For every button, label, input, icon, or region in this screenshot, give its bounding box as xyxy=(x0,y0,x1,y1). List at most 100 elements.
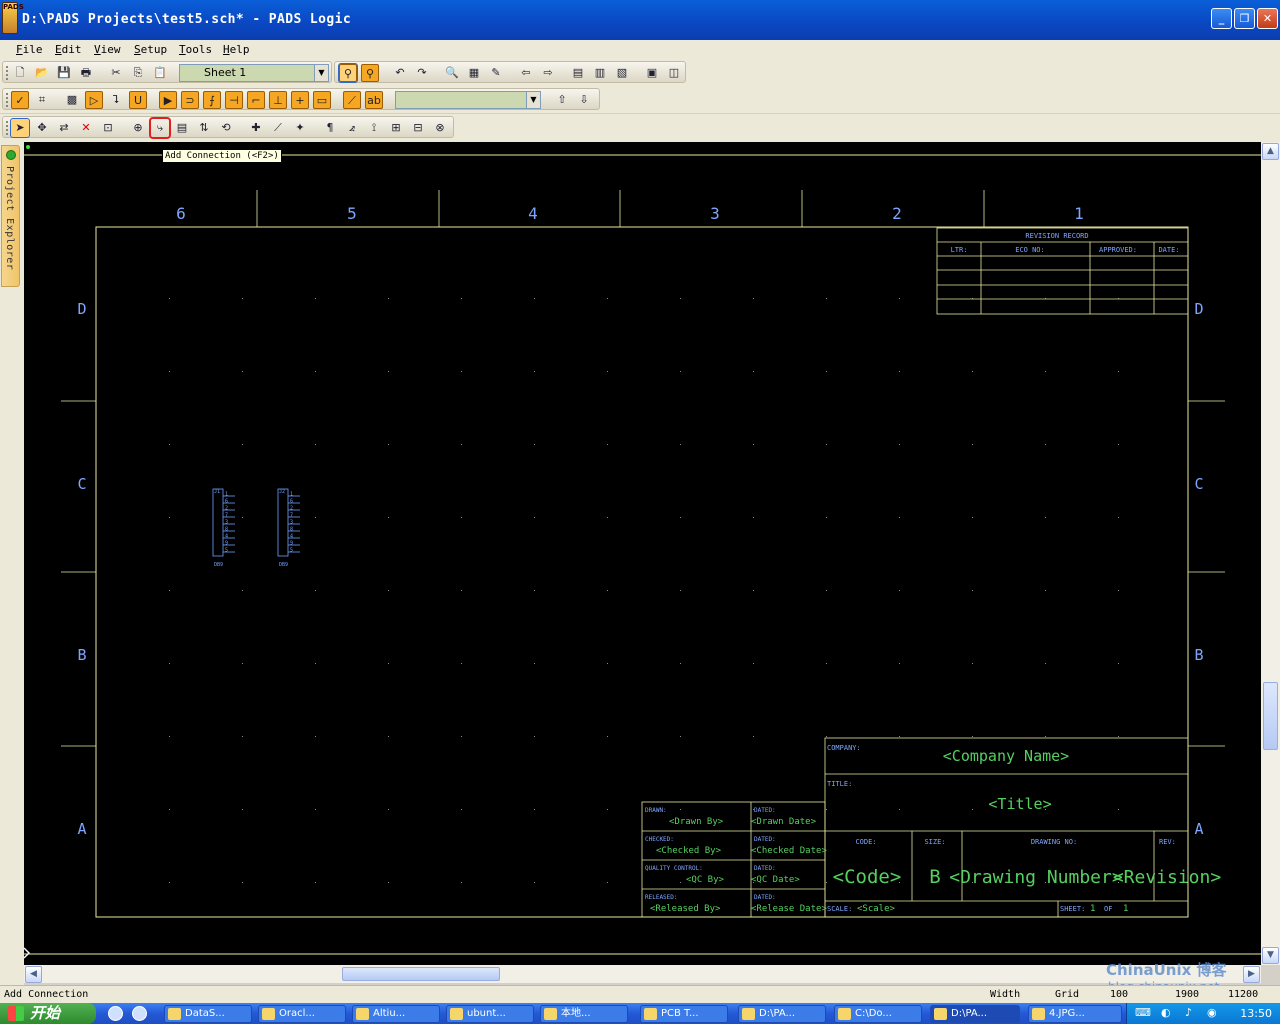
scroll-down-arrow-icon[interactable]: ▼ xyxy=(1262,947,1279,964)
taskbar-button-documents[interactable]: C:\Do... xyxy=(834,1005,922,1023)
restore-button[interactable]: ❐ xyxy=(1234,8,1255,29)
checked-by[interactable]: <Checked By> xyxy=(656,846,722,856)
vertical-scrollbar[interactable]: ▲ ▼ xyxy=(1261,142,1280,965)
session-icon[interactable]: ▣ xyxy=(643,64,661,82)
schematic-canvas[interactable]: 6 5 4 3 2 1 D D C C B B A A REVISION RECORD LTR: ECO … xyxy=(24,142,1261,965)
scroll-up-arrow-icon[interactable]: ▲ xyxy=(1262,143,1279,160)
drawing-number[interactable]: <Drawing Number> xyxy=(949,867,1123,888)
keyboard-icon[interactable]: ⌨ xyxy=(1135,1006,1151,1019)
volume-icon[interactable]: ♪ xyxy=(1185,1006,1192,1019)
taskbar-button-datasheet[interactable]: DataS... xyxy=(164,1005,252,1023)
save-icon[interactable]: 💾 xyxy=(55,64,73,82)
add-2d-line-icon[interactable]: ✦ xyxy=(291,119,309,137)
taskbar-button-pads-active[interactable]: D:\PA... xyxy=(930,1005,1020,1023)
chevron-down-icon[interactable]: ▼ xyxy=(526,92,540,108)
block-icon[interactable]: ⊞ xyxy=(387,119,405,137)
project-explorer-tab[interactable]: Project Explorer xyxy=(1,145,20,287)
redraw-icon[interactable]: ✎ xyxy=(487,64,505,82)
arrow-down-icon[interactable]: ⇩ xyxy=(575,91,593,109)
add-bus-icon[interactable]: ▤ xyxy=(173,119,191,137)
flip-icon[interactable]: ⇄ xyxy=(55,119,73,137)
print-icon[interactable]: 🖶 xyxy=(77,64,95,82)
open-folder-icon[interactable]: 📂 xyxy=(33,64,51,82)
chevron-down-icon[interactable]: ▼ xyxy=(314,65,328,81)
filter-select-icon[interactable]: ⚲ xyxy=(338,63,358,83)
snap-icon[interactable]: ⌗ xyxy=(33,91,51,109)
undo-icon[interactable]: ↶ xyxy=(391,64,409,82)
drawn-date[interactable]: <Drawn Date> xyxy=(751,817,817,827)
move-icon[interactable]: ✥ xyxy=(33,119,51,137)
clock[interactable]: 13:50 xyxy=(1240,1007,1272,1020)
taskbar-button-pads-1[interactable]: D:\PA... xyxy=(738,1005,826,1023)
released-by[interactable]: <Released By> xyxy=(650,904,721,914)
menu-setup[interactable]: Setup xyxy=(134,43,167,56)
label-icon[interactable]: ▭ xyxy=(313,91,331,109)
wire-icon[interactable]: ⌐ xyxy=(247,91,265,109)
attribute-icon[interactable]: ⟟ xyxy=(365,119,383,137)
pads-app-icon[interactable]: PADS xyxy=(2,2,24,34)
window-tile-icon[interactable]: ◫ xyxy=(665,64,683,82)
sheet-total[interactable]: 1 xyxy=(1123,904,1128,914)
add-connection-icon[interactable]: ⤷ xyxy=(151,119,169,137)
taskbar-button-pcb[interactable]: PCB T... xyxy=(640,1005,728,1023)
taskbar-button-oracle[interactable]: Oracl... xyxy=(258,1005,346,1023)
sheet-selector[interactable]: Sheet 1 ▼ xyxy=(179,64,329,82)
taskbar-button-altium[interactable]: Altiu... xyxy=(352,1005,440,1023)
scroll-right-arrow-icon[interactable]: ▶ xyxy=(1243,966,1260,983)
power-icon[interactable]: ⊥ xyxy=(269,91,287,109)
select-arrow-icon[interactable]: ➤ xyxy=(10,118,30,138)
select-filter-icon[interactable]: ⚲ xyxy=(361,64,379,82)
hierarchy-icon[interactable]: ⊟ xyxy=(409,119,427,137)
taskbar-button-local[interactable]: 本地... xyxy=(540,1005,628,1023)
split-icon[interactable]: ⊣ xyxy=(225,91,243,109)
start-button[interactable]: 开始 xyxy=(0,1003,96,1024)
delete-icon[interactable]: ✕ xyxy=(77,119,95,137)
pin-edit-icon[interactable]: ⦨ xyxy=(343,119,361,137)
antivirus-icon[interactable]: ◉ xyxy=(1207,1006,1217,1019)
add-text-icon[interactable]: ⟋ xyxy=(269,119,287,137)
qc-date[interactable]: <QC Date> xyxy=(751,875,800,885)
design-icon[interactable]: ✓ xyxy=(11,91,29,109)
line-icon[interactable]: ⟋ xyxy=(343,91,361,109)
cut-icon[interactable]: ✂ xyxy=(107,64,125,82)
minimize-button[interactable]: _ xyxy=(1211,8,1232,29)
next-view-icon[interactable]: ⇨ xyxy=(539,64,557,82)
toolbar-grip[interactable] xyxy=(6,66,9,80)
pads-layout-link-icon[interactable]: ▤ xyxy=(569,64,587,82)
quicklaunch-browser-icon[interactable] xyxy=(132,1006,147,1021)
horizontal-scroll-thumb[interactable] xyxy=(342,967,500,981)
vertical-scroll-thumb[interactable] xyxy=(1263,682,1278,750)
menu-file[interactable]: File xyxy=(16,43,43,56)
field-edit-icon[interactable]: ¶ xyxy=(321,119,339,137)
redo-icon[interactable]: ↷ xyxy=(413,64,431,82)
toolbar-grip[interactable] xyxy=(6,93,9,107)
network-icon[interactable]: ◐ xyxy=(1161,1006,1171,1019)
company-name[interactable]: <Company Name> xyxy=(943,747,1069,765)
schematic-sheet[interactable]: 6 5 4 3 2 1 D D C C B B A A REVISION RECORD LTR: ECO … xyxy=(24,142,1261,965)
swap-gates-icon[interactable]: ⇅ xyxy=(195,119,213,137)
title-bar[interactable]: PADS D:\PADS Projects\test5.sch* - PADS … xyxy=(0,0,1280,40)
menu-view[interactable]: View xyxy=(94,43,121,56)
code-value[interactable]: <Code> xyxy=(833,866,902,888)
properties-edit-icon[interactable]: ⊡ xyxy=(99,119,117,137)
close-button[interactable]: ✕ xyxy=(1257,8,1278,29)
toolbar-grip[interactable] xyxy=(6,121,9,135)
scale-value[interactable]: <Scale> xyxy=(857,904,896,914)
copy-icon[interactable]: ⎘ xyxy=(129,64,147,82)
taskbar-button-ubuntu[interactable]: ubunt... xyxy=(446,1005,534,1023)
title-value[interactable]: <Title> xyxy=(988,795,1051,813)
text-ab-icon[interactable]: ab xyxy=(365,91,383,109)
pads-router-link-icon[interactable]: ▥ xyxy=(591,64,609,82)
release-date[interactable]: <Release Date> xyxy=(751,904,827,914)
text-combo[interactable]: ▼ xyxy=(395,91,541,109)
sheet-number[interactable]: 1 xyxy=(1090,904,1095,914)
text-u11-icon[interactable]: U xyxy=(129,91,147,109)
connector-icon[interactable]: ▶ xyxy=(159,91,177,109)
previous-view-icon[interactable]: ⇦ xyxy=(517,64,535,82)
qc-by[interactable]: <QC By> xyxy=(686,875,725,885)
bus-icon[interactable]: ⊃ xyxy=(181,91,199,109)
off-page-icon[interactable]: ⮧ xyxy=(107,91,125,109)
drawn-by[interactable]: <Drawn By> xyxy=(669,817,724,827)
revision-value[interactable]: <Revision> xyxy=(1113,867,1222,888)
checked-date[interactable]: <Checked Date> xyxy=(751,846,827,856)
